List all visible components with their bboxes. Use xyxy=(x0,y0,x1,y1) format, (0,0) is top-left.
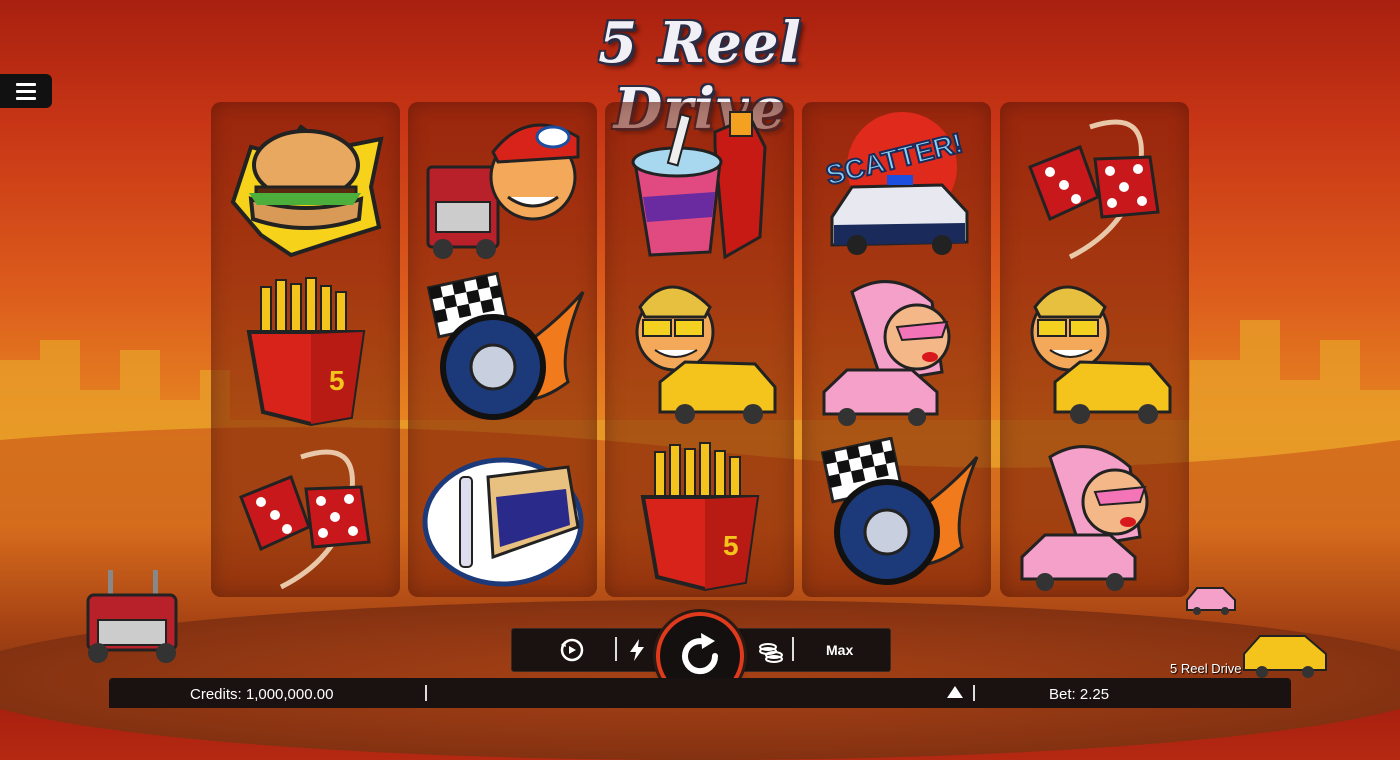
soda-icon xyxy=(631,111,767,260)
separator xyxy=(792,637,794,661)
svg-text:5: 5 xyxy=(329,365,345,396)
separator xyxy=(615,637,617,661)
dice-icon xyxy=(1027,119,1160,260)
lightning-icon[interactable] xyxy=(624,637,650,663)
symbol-pink-lady xyxy=(1000,432,1189,597)
trucker-icon xyxy=(426,123,579,259)
burger-icon xyxy=(230,124,384,258)
autoplay-icon[interactable] xyxy=(559,637,585,663)
symbol-fries: 5 xyxy=(211,267,400,432)
symbol-racing-wheel xyxy=(408,267,597,432)
max-bet-button[interactable]: Max xyxy=(826,642,853,658)
racing-wheel-icon xyxy=(820,437,978,585)
separator xyxy=(973,685,975,701)
spin-icon xyxy=(682,633,719,675)
symbol-dice xyxy=(1000,102,1189,267)
coins-icon[interactable] xyxy=(758,637,784,663)
symbol-racing-wheel xyxy=(802,432,991,597)
separator xyxy=(425,685,427,701)
reel-grid: 5 5 SCATTER! xyxy=(211,102,1189,597)
dice-icon xyxy=(238,449,371,590)
symbol-fries: 5 xyxy=(605,432,794,597)
game-logo: 5 Reel Drive xyxy=(505,10,895,142)
hamburger-icon xyxy=(16,82,36,86)
taxi-car-decoration-icon xyxy=(1243,635,1327,678)
reel-3: 5 xyxy=(605,102,794,597)
reel-4: SCATTER! xyxy=(802,102,991,597)
racing-wheel-icon xyxy=(426,272,584,420)
symbol-burger xyxy=(211,102,400,267)
pink-lady-icon xyxy=(1020,445,1148,591)
symbol-taxi-driver xyxy=(1000,267,1189,432)
menu-button[interactable] xyxy=(0,74,52,108)
taxi-driver-icon xyxy=(635,285,776,424)
symbol-taxi-driver xyxy=(605,267,794,432)
symbol-soda xyxy=(605,102,794,267)
reel-5 xyxy=(1000,102,1189,597)
credits-display: Credits: 1,000,000.00 xyxy=(190,686,334,703)
pie-icon xyxy=(422,457,583,587)
truck-decoration-icon xyxy=(86,570,178,663)
bet-display: Bet: 2.25 xyxy=(1049,686,1110,703)
fries-icon: 5 xyxy=(246,277,365,427)
police-car-icon: SCATTER! xyxy=(821,112,968,255)
reel-2 xyxy=(408,102,597,597)
symbol-trucker xyxy=(408,102,597,267)
svg-text:5: 5 xyxy=(723,530,739,561)
taxi-driver-icon xyxy=(1030,285,1171,424)
symbol-pie xyxy=(408,432,597,597)
symbol-police-car-scatter: SCATTER! xyxy=(802,102,991,267)
symbol-dice xyxy=(211,432,400,597)
reel-1: 5 xyxy=(211,102,400,597)
pink-lady-icon xyxy=(822,280,950,426)
symbol-pink-lady xyxy=(802,267,991,432)
status-bar: Credits: 1,000,000.00 Bet: 2.25 xyxy=(109,678,1291,708)
pink-car-decoration-icon xyxy=(1186,587,1236,615)
fries-icon: 5 xyxy=(640,442,759,592)
brand-label: 5 Reel Drive xyxy=(1170,661,1242,676)
bet-increase-button[interactable] xyxy=(947,686,963,698)
